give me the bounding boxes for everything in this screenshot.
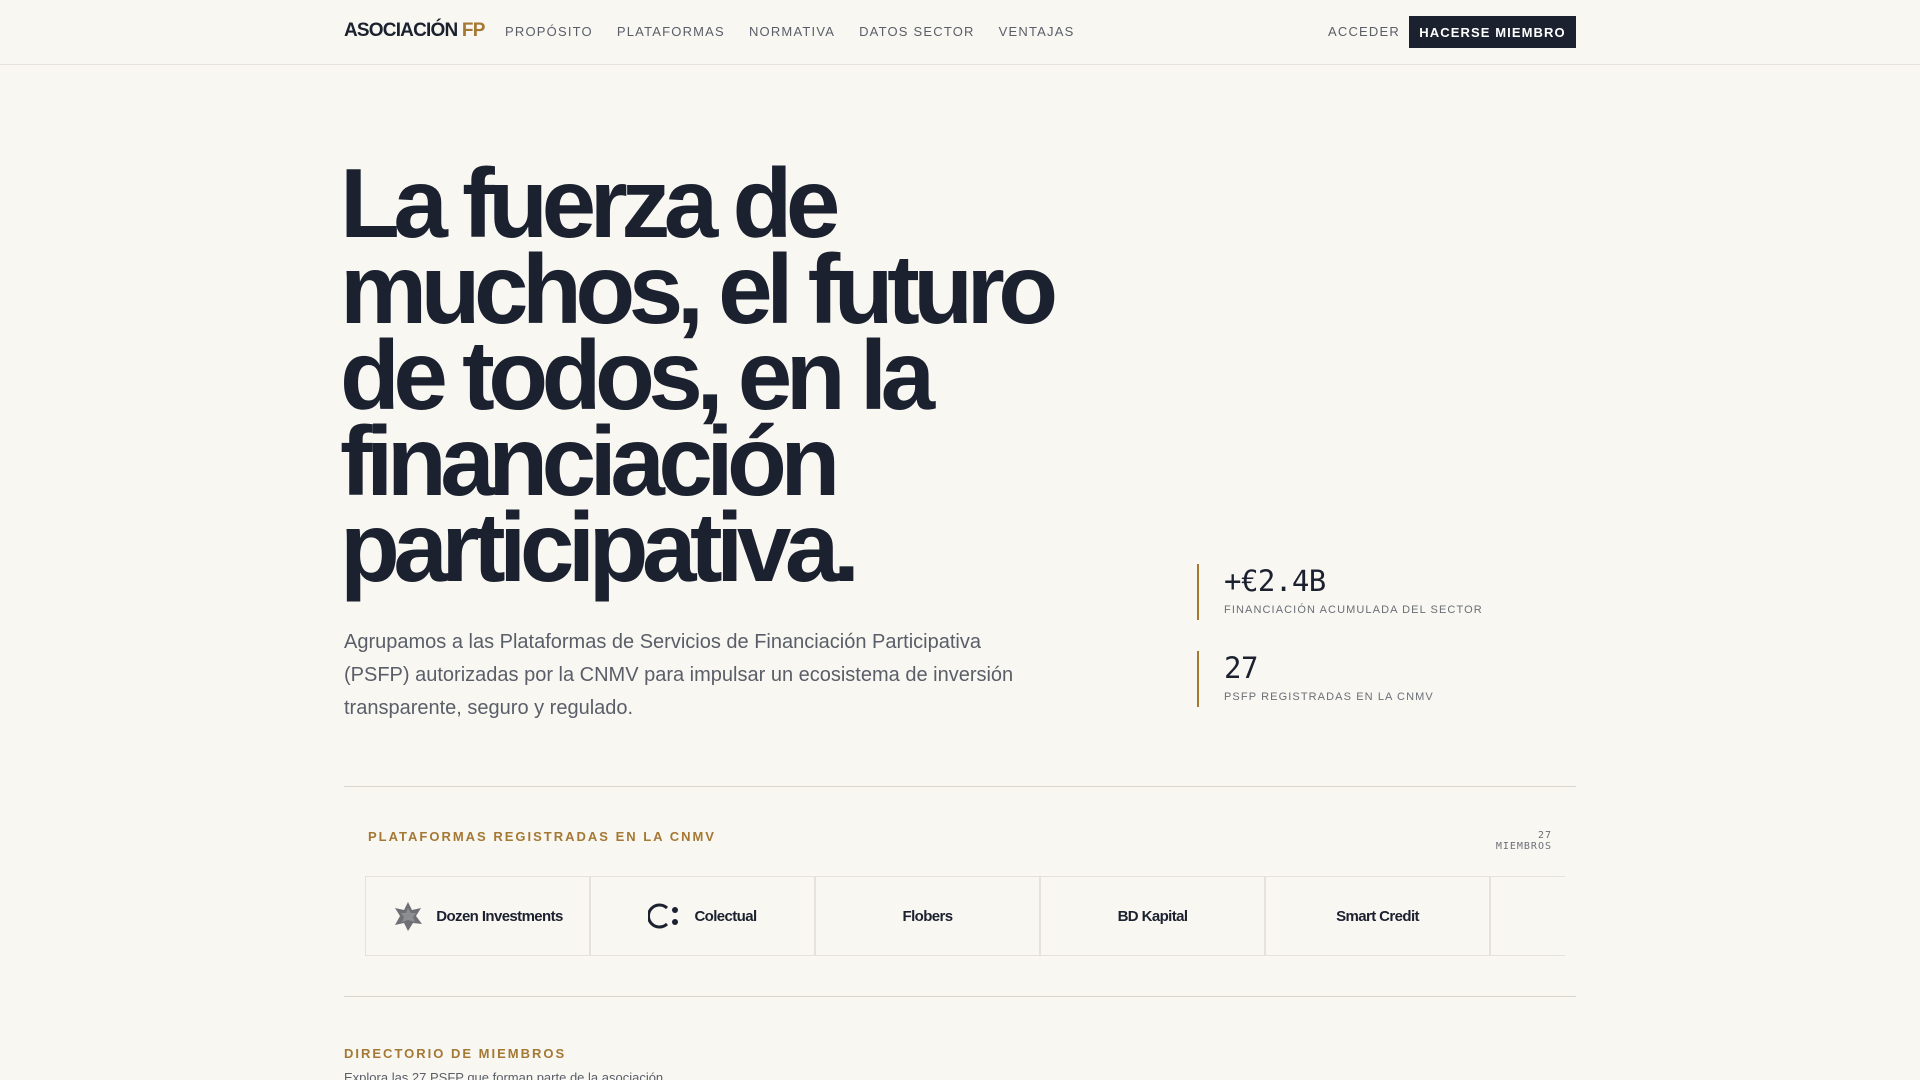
logo-accent-text: FP (461, 20, 485, 41)
nav-link-datos-sector[interactable]: DATOS SECTOR (859, 24, 975, 39)
nav-link-plataformas[interactable]: PLATAFORMAS (617, 24, 725, 39)
nav-link-ventajas[interactable]: VENTAJAS (999, 24, 1075, 39)
stat-label: PSFP REGISTRADAS EN LA CNMV (1224, 691, 1434, 703)
platform-name: Flobers (902, 907, 954, 925)
logo[interactable]: ASOCIACIÓN FP (344, 20, 485, 42)
platform-card-flobers[interactable]: Flobers (815, 876, 1040, 956)
platform-card-bd-kapital[interactable]: BD Kapital (1040, 876, 1265, 956)
nav-link-normativa[interactable]: NORMATIVA (749, 24, 835, 39)
section-divider (344, 996, 1576, 997)
directory-heading: DIRECTORIO DE MIEMBROS (344, 1046, 567, 1061)
platforms-carousel[interactable]: Dozen Investments Colectual Flobers BD K… (365, 876, 1565, 956)
login-link[interactable]: ACCEDER (1328, 24, 1400, 39)
stat-funding: +€2.4B FINANCIACIÓN ACUMULADA DEL SECTOR (1197, 564, 1483, 620)
logo-main-text: ASOCIACIÓN (344, 20, 458, 41)
join-button[interactable]: HACERSE MIEMBRO (1409, 16, 1576, 48)
platform-card-partial[interactable] (1490, 876, 1565, 956)
stat-label: FINANCIACIÓN ACUMULADA DEL SECTOR (1224, 604, 1483, 616)
directory-subtitle: Explora las 27 PSFP que forman parte de … (344, 1070, 667, 1080)
hero-subtitle: Agrupamos a las Plataformas de Servicios… (344, 631, 1014, 719)
members-count: 27 MIEMBROS (1495, 830, 1552, 852)
nav-link-proposito[interactable]: PROPÓSITO (505, 24, 593, 39)
platform-name: Colectual (694, 907, 757, 925)
platform-card-smart-credit[interactable]: Smart Credit (1265, 876, 1490, 956)
platform-card-colectual[interactable]: Colectual (590, 876, 815, 956)
section-divider (344, 786, 1576, 787)
circle-dots-icon (648, 902, 682, 930)
platform-card-dozen-investments[interactable]: Dozen Investments (365, 876, 590, 956)
platform-name: Smart Credit (1336, 907, 1419, 925)
stat-registered: 27 PSFP REGISTRADAS EN LA CNMV (1197, 651, 1434, 707)
platform-name: Dozen Investments (436, 907, 563, 925)
platforms-heading: PLATAFORMAS REGISTRADAS EN LA CNMV (368, 829, 716, 844)
stat-value: +€2.4B (1224, 564, 1326, 598)
stat-value: 27 (1224, 651, 1258, 685)
platform-name: BD Kapital (1117, 907, 1188, 925)
star-badge-icon (392, 900, 424, 932)
hero-title: La fuerza de muchos, el futuro de todos,… (340, 154, 1100, 602)
main-menu: PROPÓSITO PLATAFORMAS NORMATIVA DATOS SE… (505, 24, 1098, 39)
top-navigation: ASOCIACIÓN FP PROPÓSITO PLATAFORMAS NORM… (0, 0, 1920, 65)
hero-title-line: participativa. (340, 492, 860, 602)
